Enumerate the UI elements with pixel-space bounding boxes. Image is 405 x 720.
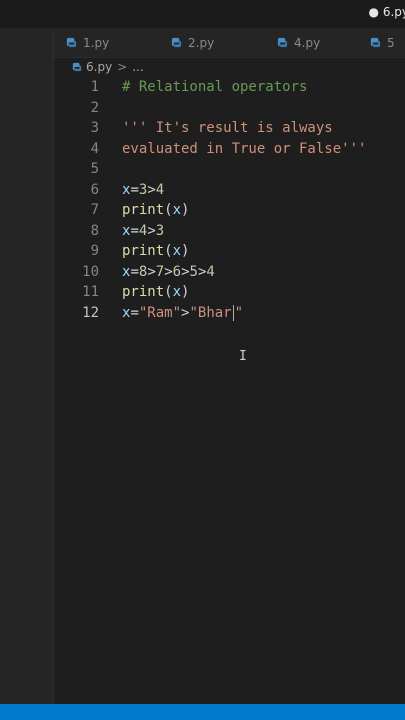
line-number: 2 <box>90 99 99 116</box>
code-text: x=8>7>6>5>4 <box>122 264 215 280</box>
code-line[interactable]: 7 print(x) <box>54 200 405 220</box>
code-line[interactable]: 4 evaluated in True or False''' <box>54 139 405 159</box>
paren-token: ( <box>164 284 173 300</box>
line-number: 3 <box>90 120 99 136</box>
title-bar: ● 6.py <box>0 0 405 28</box>
line-number: 8 <box>90 222 99 239</box>
number-token: 4 <box>155 181 165 198</box>
code-text: x=3>4 <box>122 182 164 198</box>
code-line[interactable]: 3 ''' It's result is always <box>54 118 405 138</box>
number-token: 3 <box>155 222 165 239</box>
line-number: 11 <box>82 284 99 300</box>
string-token: "Bhar <box>189 304 232 321</box>
variable-token: x <box>172 243 182 259</box>
line-number: 12 <box>82 304 99 321</box>
operator-token: > <box>147 263 156 280</box>
unsaved-tab-indicator[interactable]: ● 6.py <box>369 5 405 19</box>
operator-token: = <box>130 222 139 239</box>
paren-token: ( <box>164 202 173 218</box>
code-line[interactable]: 11 print(x) <box>54 282 405 302</box>
tab-bar: 1.py 2.py 4.py 5 <box>54 28 405 58</box>
number-token: 5 <box>189 263 198 280</box>
status-bar <box>0 704 405 720</box>
code-line[interactable]: 5 <box>54 159 405 179</box>
line-number: 6 <box>90 181 99 198</box>
line-number: 5 <box>90 161 99 177</box>
tab-label: 4.py <box>294 35 321 50</box>
paren-token: ( <box>164 243 173 259</box>
comment-text: # Relational operators <box>122 79 308 95</box>
tab-5py[interactable]: 5 <box>370 28 395 57</box>
docstring-text: evaluated in True or False''' <box>122 140 367 157</box>
docstring-text: ''' It's result is always <box>122 120 333 136</box>
code-text: print(x) <box>122 243 189 259</box>
activity-bar <box>0 28 54 704</box>
python-file-icon <box>277 37 288 48</box>
python-file-icon <box>370 37 381 48</box>
operator-token: = <box>130 181 139 198</box>
operator-token: = <box>130 304 139 321</box>
tab-2py[interactable]: 2.py <box>171 28 214 57</box>
paren-token: ) <box>181 202 190 218</box>
function-token: print <box>122 284 165 300</box>
code-text: print(x) <box>122 202 189 218</box>
tab-4py[interactable]: 4.py <box>277 28 320 57</box>
tab-1py[interactable]: 1.py <box>66 28 109 57</box>
number-token: 4 <box>206 263 215 280</box>
breadcrumb-separator: > <box>117 60 128 74</box>
function-token: print <box>122 202 165 218</box>
paren-token: ) <box>181 243 190 259</box>
code-text: print(x) <box>122 284 189 300</box>
code-line-active[interactable]: 12 x="Ram">"Bhar " <box>54 303 405 323</box>
operator-token: > <box>181 263 190 280</box>
code-editor[interactable]: 1 # Relational operators 2 3 ''' It's re… <box>54 77 405 704</box>
number-token: 6 <box>172 263 182 280</box>
line-number: 9 <box>90 243 99 259</box>
line-number: 1 <box>90 79 99 95</box>
operator-token: > <box>164 263 173 280</box>
breadcrumb-symbol[interactable]: ... <box>132 60 143 74</box>
code-text: x=4>3 <box>122 223 164 239</box>
number-token: 7 <box>155 263 165 280</box>
line-number: 4 <box>90 140 99 157</box>
text-caret <box>232 304 234 321</box>
python-file-icon <box>66 37 77 48</box>
operator-token: > <box>147 181 156 198</box>
tab-label: 5 <box>387 35 395 50</box>
code-line[interactable]: 9 print(x) <box>54 241 405 261</box>
operator-token: > <box>147 222 156 239</box>
python-file-icon <box>72 62 82 72</box>
string-token: "Ram" <box>138 304 182 321</box>
text-cursor-icon: I <box>239 349 247 364</box>
variable-token: x <box>172 202 182 218</box>
operator-token: = <box>130 263 139 280</box>
line-number: 7 <box>90 202 99 218</box>
variable-token: x <box>172 284 182 300</box>
code-line[interactable]: 1 # Relational operators <box>54 77 405 97</box>
python-file-icon <box>171 37 182 48</box>
tab-label: 2.py <box>188 35 215 50</box>
code-line[interactable]: 8 x=4>3 <box>54 221 405 241</box>
string-token: " <box>234 304 244 321</box>
line-number: 10 <box>82 263 99 280</box>
code-text: x="Ram">"Bhar " <box>122 304 244 321</box>
code-line[interactable]: 6 x=3>4 <box>54 180 405 200</box>
function-token: print <box>122 243 165 259</box>
paren-token: ) <box>181 284 190 300</box>
code-line[interactable]: 10 x=8>7>6>5>4 <box>54 262 405 282</box>
tab-label: 1.py <box>83 35 110 50</box>
breadcrumb: 6.py > ... <box>72 59 144 75</box>
code-line[interactable]: 2 <box>54 98 405 118</box>
breadcrumb-file[interactable]: 6.py <box>86 60 112 74</box>
